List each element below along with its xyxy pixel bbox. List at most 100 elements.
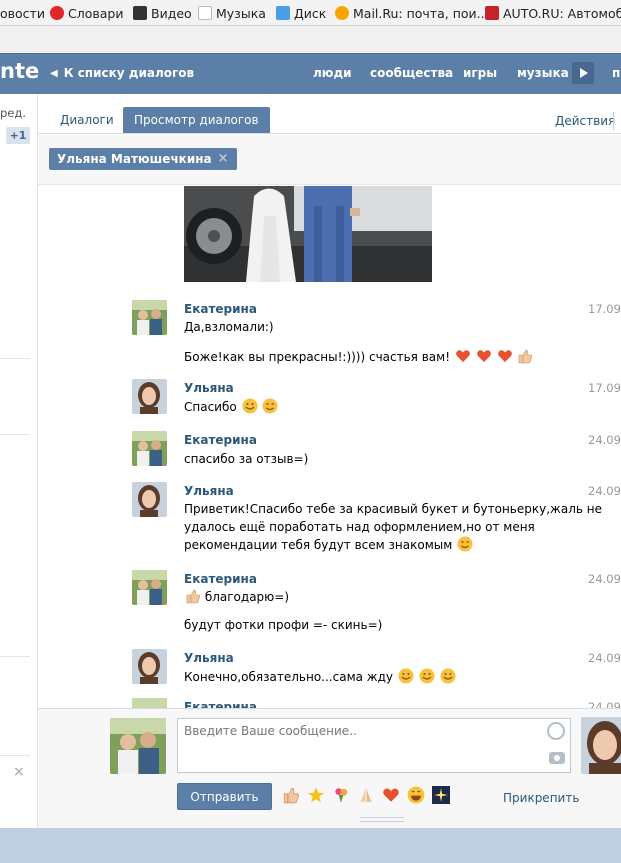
quick-emoji-bar — [281, 786, 450, 804]
play-icon[interactable] — [572, 62, 594, 84]
message-author[interactable]: Ульяна — [184, 484, 234, 498]
bookmark-video[interactable]: Видео — [133, 0, 192, 26]
divider — [0, 755, 30, 756]
avatar-ekaterina[interactable] — [132, 570, 167, 605]
divider — [0, 656, 30, 657]
message-text: благодарю=) — [184, 588, 289, 606]
resize-handle[interactable] — [360, 817, 404, 822]
notification-badge[interactable]: +1 — [6, 127, 30, 144]
message-date: 24.09 — [588, 651, 621, 665]
message-text: Спасибо — [184, 398, 278, 416]
message-text: Боже!как вы прекрасны!:)))) счастья вам! — [184, 348, 533, 366]
bouquet-icon[interactable] — [332, 786, 350, 804]
message-author[interactable]: Ульяна — [184, 381, 234, 395]
wink-emoji-icon — [457, 536, 473, 552]
message-author[interactable]: Екатерина — [184, 700, 257, 708]
grin-emoji-icon[interactable] — [407, 786, 425, 804]
mailru-dictionary-icon — [50, 6, 64, 20]
close-icon[interactable]: × — [218, 148, 229, 170]
nav-more[interactable]: п — [612, 66, 620, 80]
avatar-ulyana[interactable] — [132, 649, 167, 684]
avatar-image — [132, 570, 167, 605]
divider — [0, 358, 30, 359]
message-history[interactable]: Екатерина 17.09 Да,взломали:) Боже!как в… — [38, 186, 621, 708]
message-text: Конечно,обязательно...сама жду — [184, 668, 456, 686]
message-author[interactable]: Екатерина — [184, 433, 257, 447]
back-to-dialogs-link[interactable]: ◀ К списку диалогов — [50, 66, 194, 80]
tab-dialogs[interactable]: Диалоги — [49, 107, 125, 133]
message-text: спасибо за отзыв=) — [184, 452, 309, 466]
avatar-ulyana[interactable] — [132, 482, 167, 517]
bookmark-music[interactable]: Музыка — [198, 0, 266, 26]
footer-bar — [0, 828, 621, 863]
smile-emoji-icon — [419, 668, 435, 684]
heart-icon — [455, 350, 470, 362]
sparkle-icon[interactable] — [432, 786, 450, 804]
avatar-image — [110, 718, 166, 774]
star-icon[interactable] — [307, 786, 325, 804]
camera-icon[interactable] — [549, 752, 565, 764]
message-date: 24.09 — [588, 484, 621, 498]
wedding-photo-image — [184, 186, 432, 282]
tab-view-dialogs[interactable]: Просмотр диалогов — [123, 107, 270, 133]
message-text-part: рекомендации тебя будут всем знакомым — [184, 538, 453, 552]
bookmark-label: Mail.Ru: почта, пои... — [353, 5, 489, 21]
actions-menu[interactable]: Действия — [555, 114, 615, 128]
bookmark-label: Видео — [151, 5, 192, 21]
message-text: рекомендации тебя будут всем знакомым — [184, 536, 473, 554]
smile-emoji-icon — [398, 668, 414, 684]
message-text-part: Спасибо — [184, 400, 237, 414]
message-author[interactable]: Екатерина — [184, 572, 257, 586]
divider — [0, 434, 30, 435]
message-date: 24.09 — [588, 700, 621, 708]
message-text: удалось ещё поработать над оформлением,н… — [184, 520, 535, 534]
avatar-ulyana[interactable] — [132, 379, 167, 414]
message-author[interactable]: Ульяна — [184, 651, 234, 665]
left-sidebar — [0, 94, 38, 828]
message-input[interactable]: Введите Ваше сообщение.. — [177, 718, 571, 773]
nav-communities[interactable]: сообщества — [370, 66, 453, 80]
vk-logo[interactable]: nte — [0, 59, 39, 83]
send-button[interactable]: Отправить — [177, 783, 272, 810]
photo-attachment[interactable] — [184, 186, 432, 282]
message-date: 24.09 — [588, 572, 621, 586]
message-date: 24.09 — [588, 433, 621, 447]
chevron-left-icon: ◀ — [50, 67, 58, 79]
avatar-image — [581, 717, 621, 774]
bookmark-news[interactable]: овости — [0, 0, 45, 26]
bookmarks-bar: овости Словари Видео Музыка Диск Mail.Ru… — [0, 0, 621, 26]
message-text-part: Боже!как вы прекрасны!:)))) счастья вам! — [184, 350, 451, 364]
disk-icon — [276, 6, 290, 20]
bookmark-disk[interactable]: Диск — [276, 0, 326, 26]
bookmark-label: овости — [0, 5, 45, 21]
avatar-ekaterina[interactable] — [132, 431, 167, 466]
praying-hands-icon[interactable] — [357, 786, 375, 804]
avatar-image — [132, 698, 167, 708]
thumbs-up-icon — [186, 589, 200, 604]
my-avatar[interactable] — [110, 718, 166, 774]
recipient-chip[interactable]: Ульяна Матюшечкина × — [49, 148, 237, 170]
nav-games[interactable]: игры — [463, 66, 497, 80]
close-icon[interactable]: × — [13, 764, 25, 780]
avatar-image — [132, 649, 167, 684]
heart-icon[interactable] — [382, 786, 400, 804]
message-date: 17.09 — [588, 302, 621, 316]
bookmark-dictionaries[interactable]: Словари — [50, 0, 123, 26]
emoji-picker-icon[interactable] — [547, 722, 565, 740]
heart-icon — [497, 350, 512, 362]
divider — [613, 112, 614, 130]
avatar-ekaterina[interactable] — [132, 698, 167, 708]
sidebar-text[interactable]: ред. — [0, 106, 26, 120]
avatar-image — [132, 379, 167, 414]
bookmark-label: AUTO.RU: Автомоб... — [503, 5, 621, 21]
attach-link[interactable]: Прикрепить — [503, 791, 579, 805]
nav-music[interactable]: музыка — [517, 66, 569, 80]
recipient-avatar[interactable] — [581, 717, 621, 774]
music-note-icon — [198, 6, 212, 20]
bookmark-autoru[interactable]: AUTO.RU: Автомоб... — [485, 0, 621, 26]
message-author[interactable]: Екатерина — [184, 302, 257, 316]
nav-people[interactable]: люди — [313, 66, 352, 80]
thumbs-up-icon[interactable] — [282, 786, 300, 804]
avatar-ekaterina[interactable] — [132, 300, 167, 335]
bookmark-mailru[interactable]: Mail.Ru: почта, пои... — [335, 0, 489, 26]
